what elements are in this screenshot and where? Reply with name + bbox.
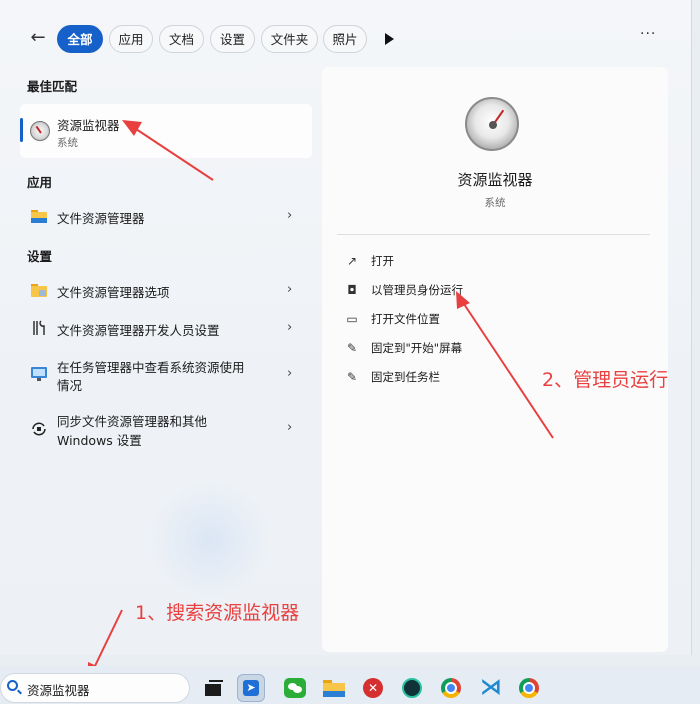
arrow-to-best-match	[135, 128, 214, 181]
pointer-app-icon[interactable]: ➤	[237, 674, 265, 702]
wechat-icon[interactable]	[281, 674, 309, 702]
annotation-step1: 1、搜索资源监视器	[135, 602, 300, 624]
task-view-icon[interactable]	[200, 674, 228, 702]
annotation-arrows	[88, 120, 554, 680]
search-input[interactable]: 资源监视器	[27, 680, 90, 699]
file-explorer-icon[interactable]	[320, 674, 348, 702]
search-icon	[7, 680, 18, 691]
chrome-icon[interactable]	[515, 674, 543, 702]
red-app-icon[interactable]: ✕	[359, 674, 387, 702]
arrow-to-run-as-admin	[463, 303, 554, 439]
vscode-icon[interactable]: ⋊	[476, 674, 504, 702]
chrome-icon[interactable]	[437, 674, 465, 702]
dark-app-icon[interactable]	[398, 674, 426, 702]
arrow-to-search-box	[93, 609, 123, 669]
annotation-step2: 2、管理员运行	[542, 369, 669, 391]
